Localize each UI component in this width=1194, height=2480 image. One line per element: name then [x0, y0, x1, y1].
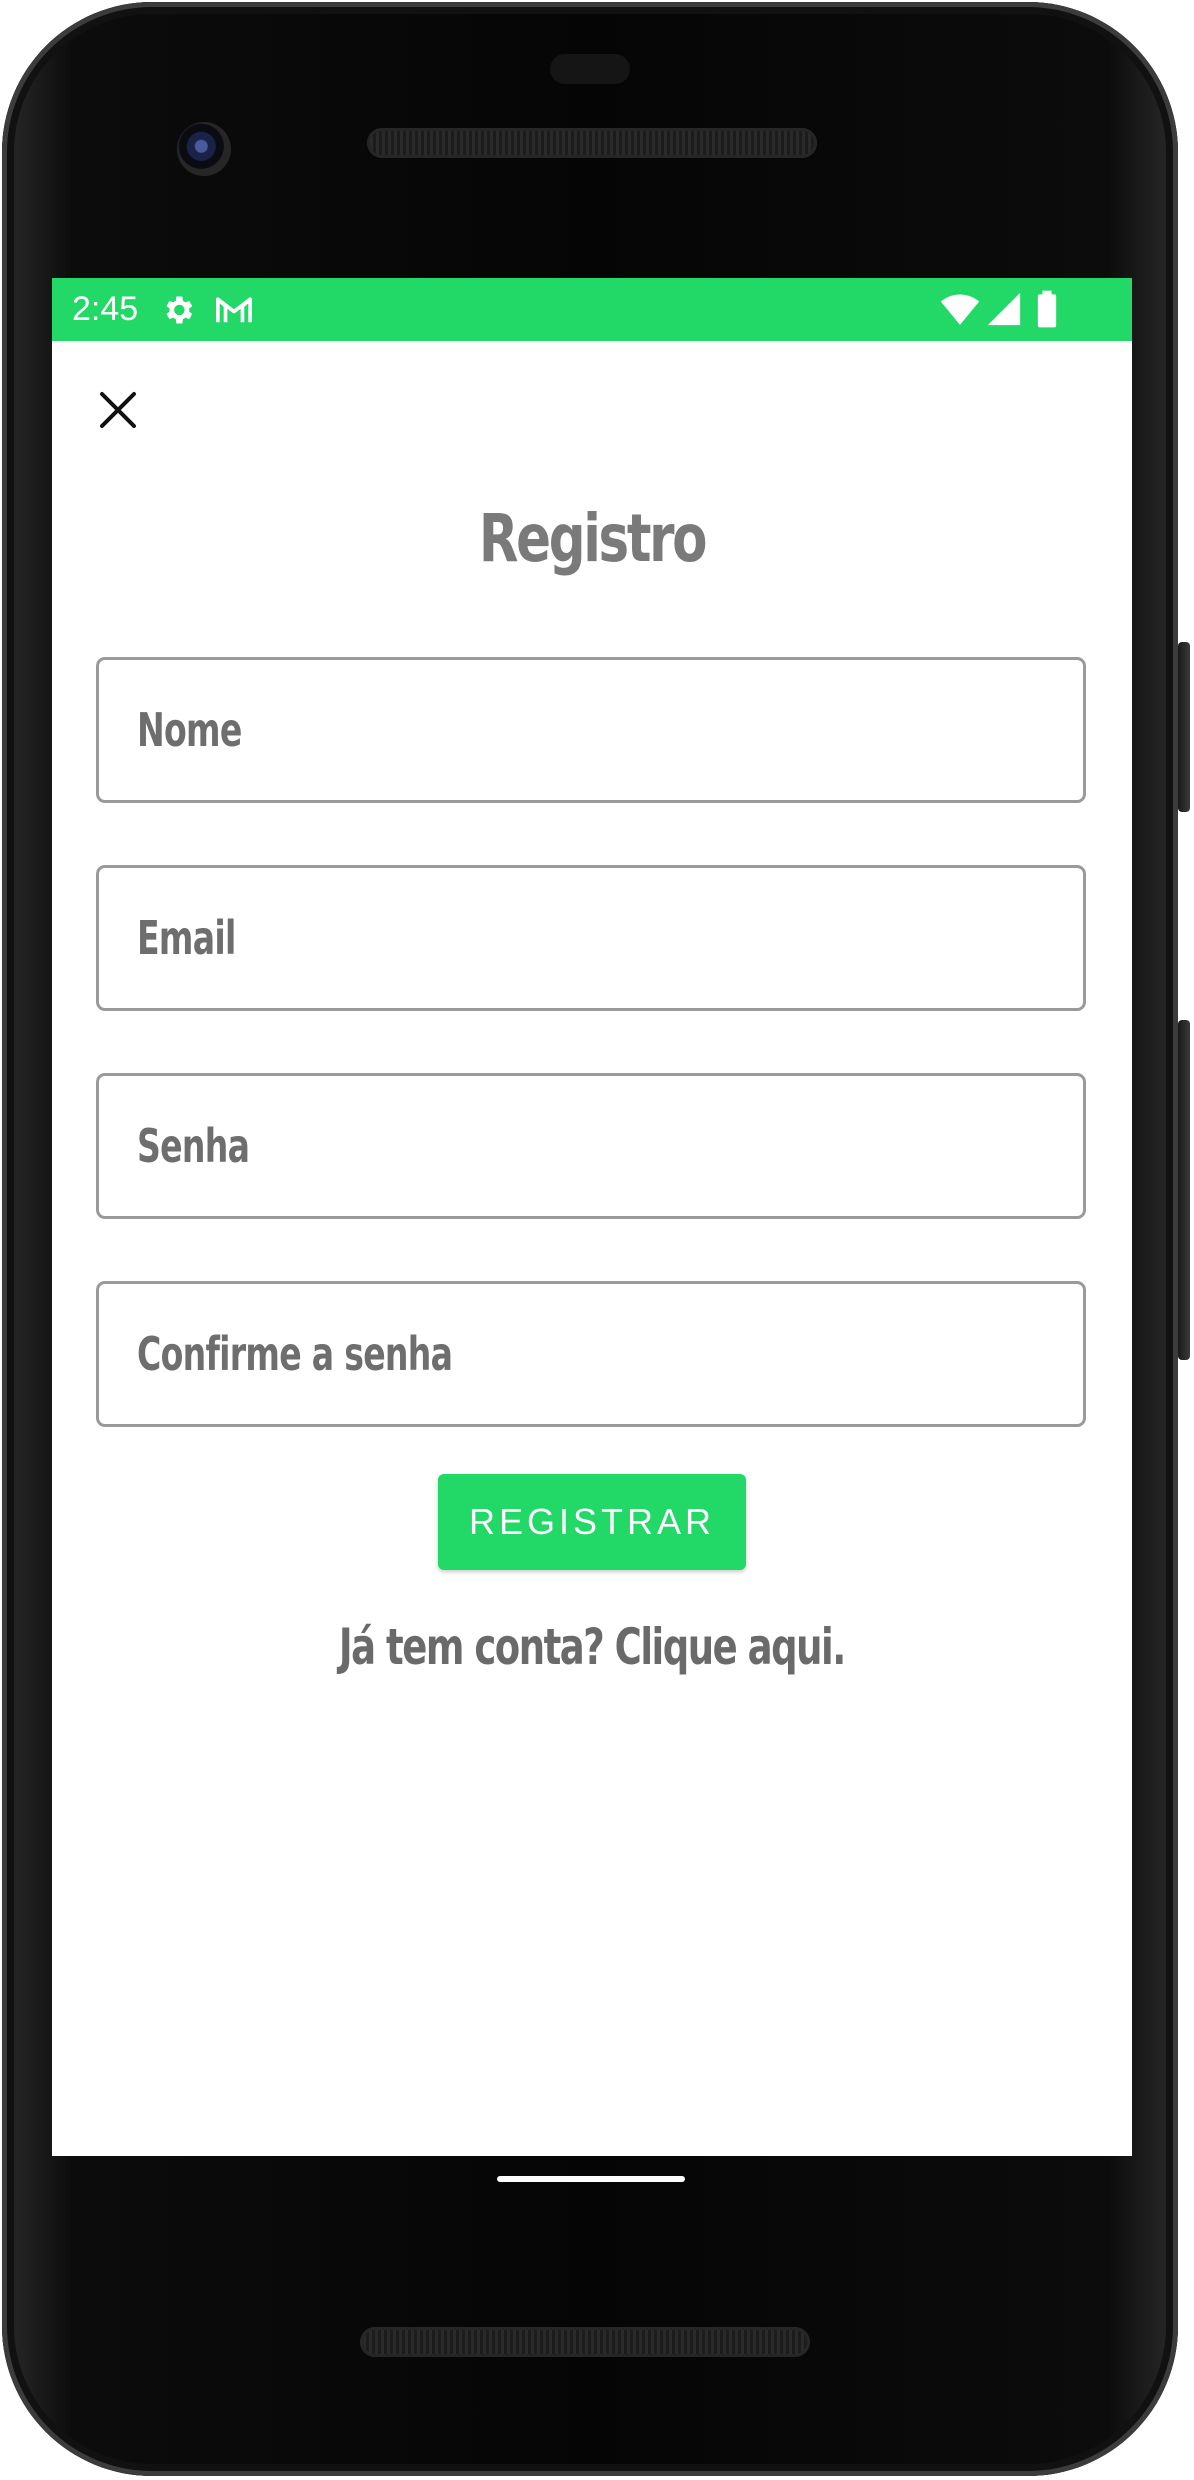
- home-indicator[interactable]: [497, 2176, 685, 2182]
- status-bar: 2:45: [52, 278, 1132, 341]
- login-link[interactable]: Já tem conta? Clique aqui.: [52, 1618, 1132, 1676]
- device-frame-stage: 2:45 Registro Nome Email Senha Confirme …: [0, 0, 1194, 2480]
- password-field[interactable]: Senha: [96, 1073, 1086, 1219]
- register-button[interactable]: REGISTRAR: [438, 1474, 746, 1570]
- confirm-password-input[interactable]: [137, 1284, 1037, 1424]
- name-input[interactable]: [137, 660, 1037, 800]
- status-time: 2:45: [72, 290, 139, 328]
- page-title: Registro: [478, 500, 708, 577]
- close-button[interactable]: [90, 382, 146, 438]
- earpiece-speaker: [367, 128, 817, 158]
- app-screen: 2:45 Registro Nome Email Senha Confirme …: [52, 278, 1132, 2156]
- battery-icon: [1036, 290, 1058, 328]
- password-input[interactable]: [137, 1076, 1037, 1216]
- name-field[interactable]: Nome: [96, 657, 1086, 803]
- volume-button: [1178, 1020, 1190, 1360]
- email-input[interactable]: [137, 868, 1037, 1008]
- front-camera: [177, 122, 231, 176]
- proximity-sensor: [550, 54, 630, 84]
- email-field[interactable]: Email: [96, 865, 1086, 1011]
- bottom-speaker: [360, 2327, 810, 2357]
- close-icon: [100, 392, 136, 428]
- power-button: [1178, 642, 1190, 812]
- signal-icon: [986, 292, 1022, 326]
- gmail-icon: [214, 292, 254, 328]
- login-link-text: Já tem conta? Clique aqui.: [339, 1618, 846, 1676]
- wifi-icon: [940, 292, 980, 326]
- settings-icon: [160, 292, 196, 328]
- confirm-password-field[interactable]: Confirme a senha: [96, 1281, 1086, 1427]
